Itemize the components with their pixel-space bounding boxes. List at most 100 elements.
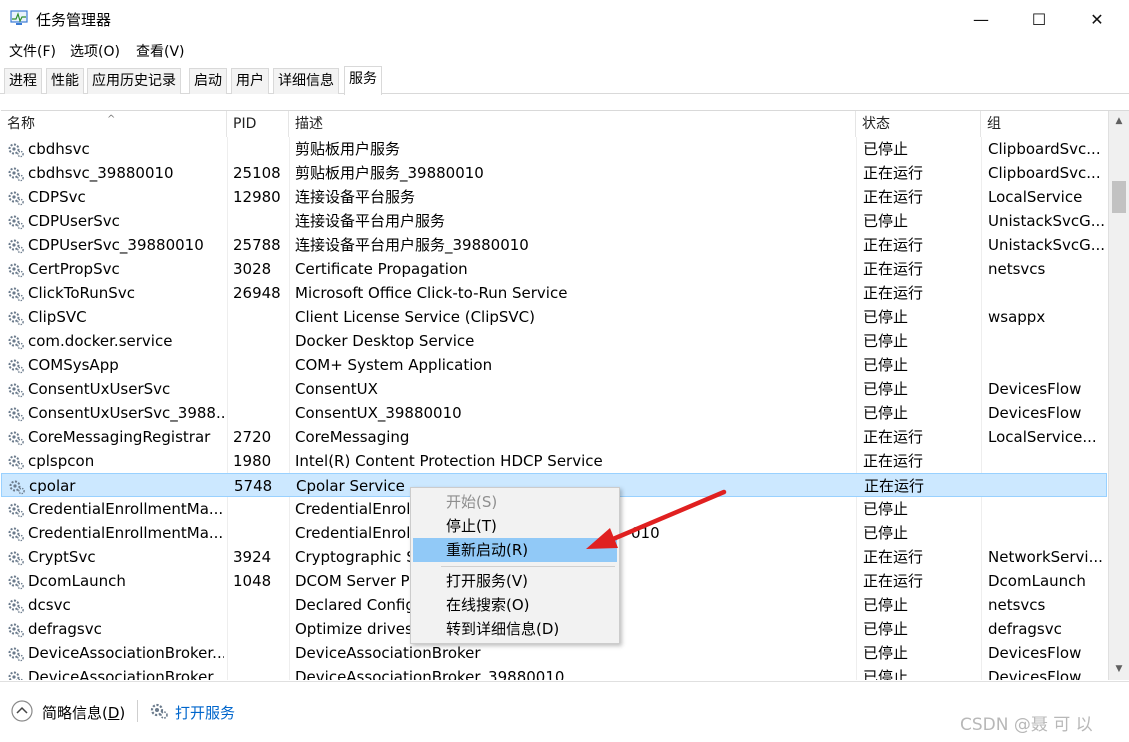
table-row[interactable]: ClickToRunSvc 26948 Microsoft Office Click… [1, 281, 1107, 305]
table-row[interactable]: DeviceAssociationBroker... DeviceAssociat… [1, 641, 1107, 665]
service-group: ClipboardSvc... [988, 164, 1101, 182]
service-pid: 1048 [233, 572, 272, 590]
fewer-details-key: D [107, 704, 120, 722]
scrollbar-thumb[interactable] [1112, 181, 1126, 213]
collapse-chevron-icon[interactable] [11, 700, 33, 722]
column-header-name[interactable]: 名称 ^ [1, 111, 227, 137]
fewer-details-link[interactable]: 简略信息(D) [42, 702, 125, 723]
table-row[interactable]: cbdhsvc 剪贴板用户服务 已停止 ClipboardSvc... [1, 137, 1107, 161]
service-description: 剪贴板用户服务 [295, 140, 401, 158]
service-status: 正在运行 [863, 164, 924, 182]
service-description: DeviceAssociationBroker_39880010 [295, 668, 565, 680]
service-description: COM+ System Application [295, 356, 493, 374]
tab-strip: 进程 性能 应用历史记录 启动 用户 详细信息 服务 [0, 66, 1129, 95]
service-gear-icon [7, 621, 25, 638]
service-name: CoreMessagingRegistrar [28, 428, 211, 446]
service-status: 已停止 [863, 140, 909, 158]
table-row[interactable]: DeviceAssociationBroker... DeviceAssociat… [1, 665, 1107, 680]
table-row[interactable]: cplspcon 1980 Intel(R) Content Protection … [1, 449, 1107, 473]
context-menu-go-to-details[interactable]: 转到详细信息(D) [413, 617, 617, 641]
service-name: CredentialEnrollmentMa... [28, 500, 224, 518]
scroll-up-icon[interactable]: ▲ [1109, 111, 1129, 131]
column-header-group[interactable]: 组 [981, 111, 1108, 137]
context-menu-search-online[interactable]: 在线搜索(O) [413, 593, 617, 617]
service-name: cbdhsvc [28, 140, 90, 158]
footer-bar: 简略信息(D) 打开服务 CSDN @聂 可 以 [0, 681, 1129, 742]
service-name: CDPUserSvc_39880010 [28, 236, 204, 254]
table-row[interactable]: cbdhsvc_39880010 25108 剪贴板用户服务_39880010 正在运… [1, 161, 1107, 185]
service-status: 已停止 [863, 380, 909, 398]
service-status: 已停止 [863, 668, 909, 680]
maximize-button[interactable]: ☐ [1010, 0, 1068, 38]
service-description: 连接设备平台服务 [295, 188, 416, 206]
service-gear-icon [7, 669, 25, 680]
menu-options[interactable]: 选项(O) [70, 41, 120, 61]
table-row[interactable]: ConsentUxUserSvc_3988... ConsentUX_398800… [1, 401, 1107, 425]
service-group: DcomLaunch [988, 572, 1086, 590]
table-row[interactable]: CDPSvc 12980 连接设备平台服务 正在运行 LocalService [1, 185, 1107, 209]
service-pid: 26948 [233, 284, 281, 302]
service-status: 已停止 [863, 620, 909, 638]
tab-performance[interactable]: 性能 [46, 68, 84, 94]
table-row[interactable]: CDPUserSvc 连接设备平台用户服务 已停止 UnistackSvcG... [1, 209, 1107, 233]
service-status: 正在运行 [863, 548, 924, 566]
services-gear-icon [150, 703, 168, 719]
watermark: CSDN @聂 可 以 [960, 715, 1093, 735]
service-gear-icon [7, 213, 25, 230]
column-header-description[interactable]: 描述 [289, 111, 856, 137]
table-row[interactable]: CDPUserSvc_39880010 25788 连接设备平台用户服务_39880… [1, 233, 1107, 257]
column-header-status[interactable]: 状态 [856, 111, 981, 137]
service-gear-icon [7, 573, 25, 590]
tab-services[interactable]: 服务 [344, 66, 382, 95]
minimize-button[interactable]: — [952, 0, 1010, 38]
service-description: CoreMessaging [295, 428, 410, 446]
table-row[interactable]: ClipSVC Client License Service (ClipSVC) 已… [1, 305, 1107, 329]
maximize-icon: ☐ [1031, 9, 1047, 29]
table-row[interactable]: CertPropSvc 3028 Certificate Propagation 正在… [1, 257, 1107, 281]
service-name: DeviceAssociationBroker... [28, 644, 224, 662]
menu-view[interactable]: 查看(V) [136, 41, 185, 61]
vertical-scrollbar[interactable]: ▲ ▼ [1108, 111, 1129, 680]
service-status: 正在运行 [864, 477, 925, 495]
table-row[interactable]: CoreMessagingRegistrar 2720 CoreMessaging 正… [1, 425, 1107, 449]
service-status: 正在运行 [863, 188, 924, 206]
service-name: DcomLaunch [28, 572, 126, 590]
menu-bar: 文件(F) 选项(O) 查看(V) [0, 38, 1129, 62]
service-gear-icon [7, 429, 25, 446]
service-status: 已停止 [863, 404, 909, 422]
table-row[interactable]: ConsentUxUserSvc ConsentUX 已停止 DevicesFlow [1, 377, 1107, 401]
service-name: COMSysApp [28, 356, 119, 374]
service-pid: 25108 [233, 164, 281, 182]
context-menu-open-services[interactable]: 打开服务(V) [413, 569, 617, 593]
menu-file[interactable]: 文件(F) [9, 41, 56, 61]
service-gear-icon [7, 381, 25, 398]
service-description: Client License Service (ClipSVC) [295, 308, 536, 326]
service-group: LocalService... [988, 428, 1097, 446]
service-description: 连接设备平台用户服务_39880010 [295, 236, 529, 254]
service-group: UnistackSvcG... [988, 212, 1104, 230]
service-gear-icon [7, 237, 25, 254]
scroll-down-icon[interactable]: ▼ [1109, 659, 1129, 679]
footer-divider [137, 700, 138, 722]
table-row[interactable]: com.docker.service Docker Desktop Service… [1, 329, 1107, 353]
service-gear-icon [7, 525, 25, 542]
service-name: CryptSvc [28, 548, 96, 566]
close-button[interactable]: ✕ [1068, 0, 1126, 38]
service-group: netsvcs [988, 260, 1046, 278]
tab-processes[interactable]: 进程 [4, 68, 42, 94]
service-name: defragsvc [28, 620, 102, 638]
service-pid: 1980 [233, 452, 272, 470]
open-services-link[interactable]: 打开服务 [175, 702, 235, 723]
tab-startup[interactable]: 启动 [189, 68, 227, 94]
column-header-pid[interactable]: PID [227, 111, 289, 137]
service-gear-icon [7, 261, 25, 278]
tab-details[interactable]: 详细信息 [273, 68, 339, 94]
fewer-details-prefix: 简略信息( [42, 704, 108, 722]
context-menu-separator [441, 566, 615, 567]
tab-users[interactable]: 用户 [231, 68, 269, 94]
service-name: ConsentUxUserSvc_3988... [28, 404, 224, 422]
table-row[interactable]: COMSysApp COM+ System Application 已停止 [1, 353, 1107, 377]
service-name: cpolar [29, 477, 76, 495]
tab-app-history[interactable]: 应用历史记录 [87, 68, 181, 94]
service-group: NetworkServi... [988, 548, 1103, 566]
